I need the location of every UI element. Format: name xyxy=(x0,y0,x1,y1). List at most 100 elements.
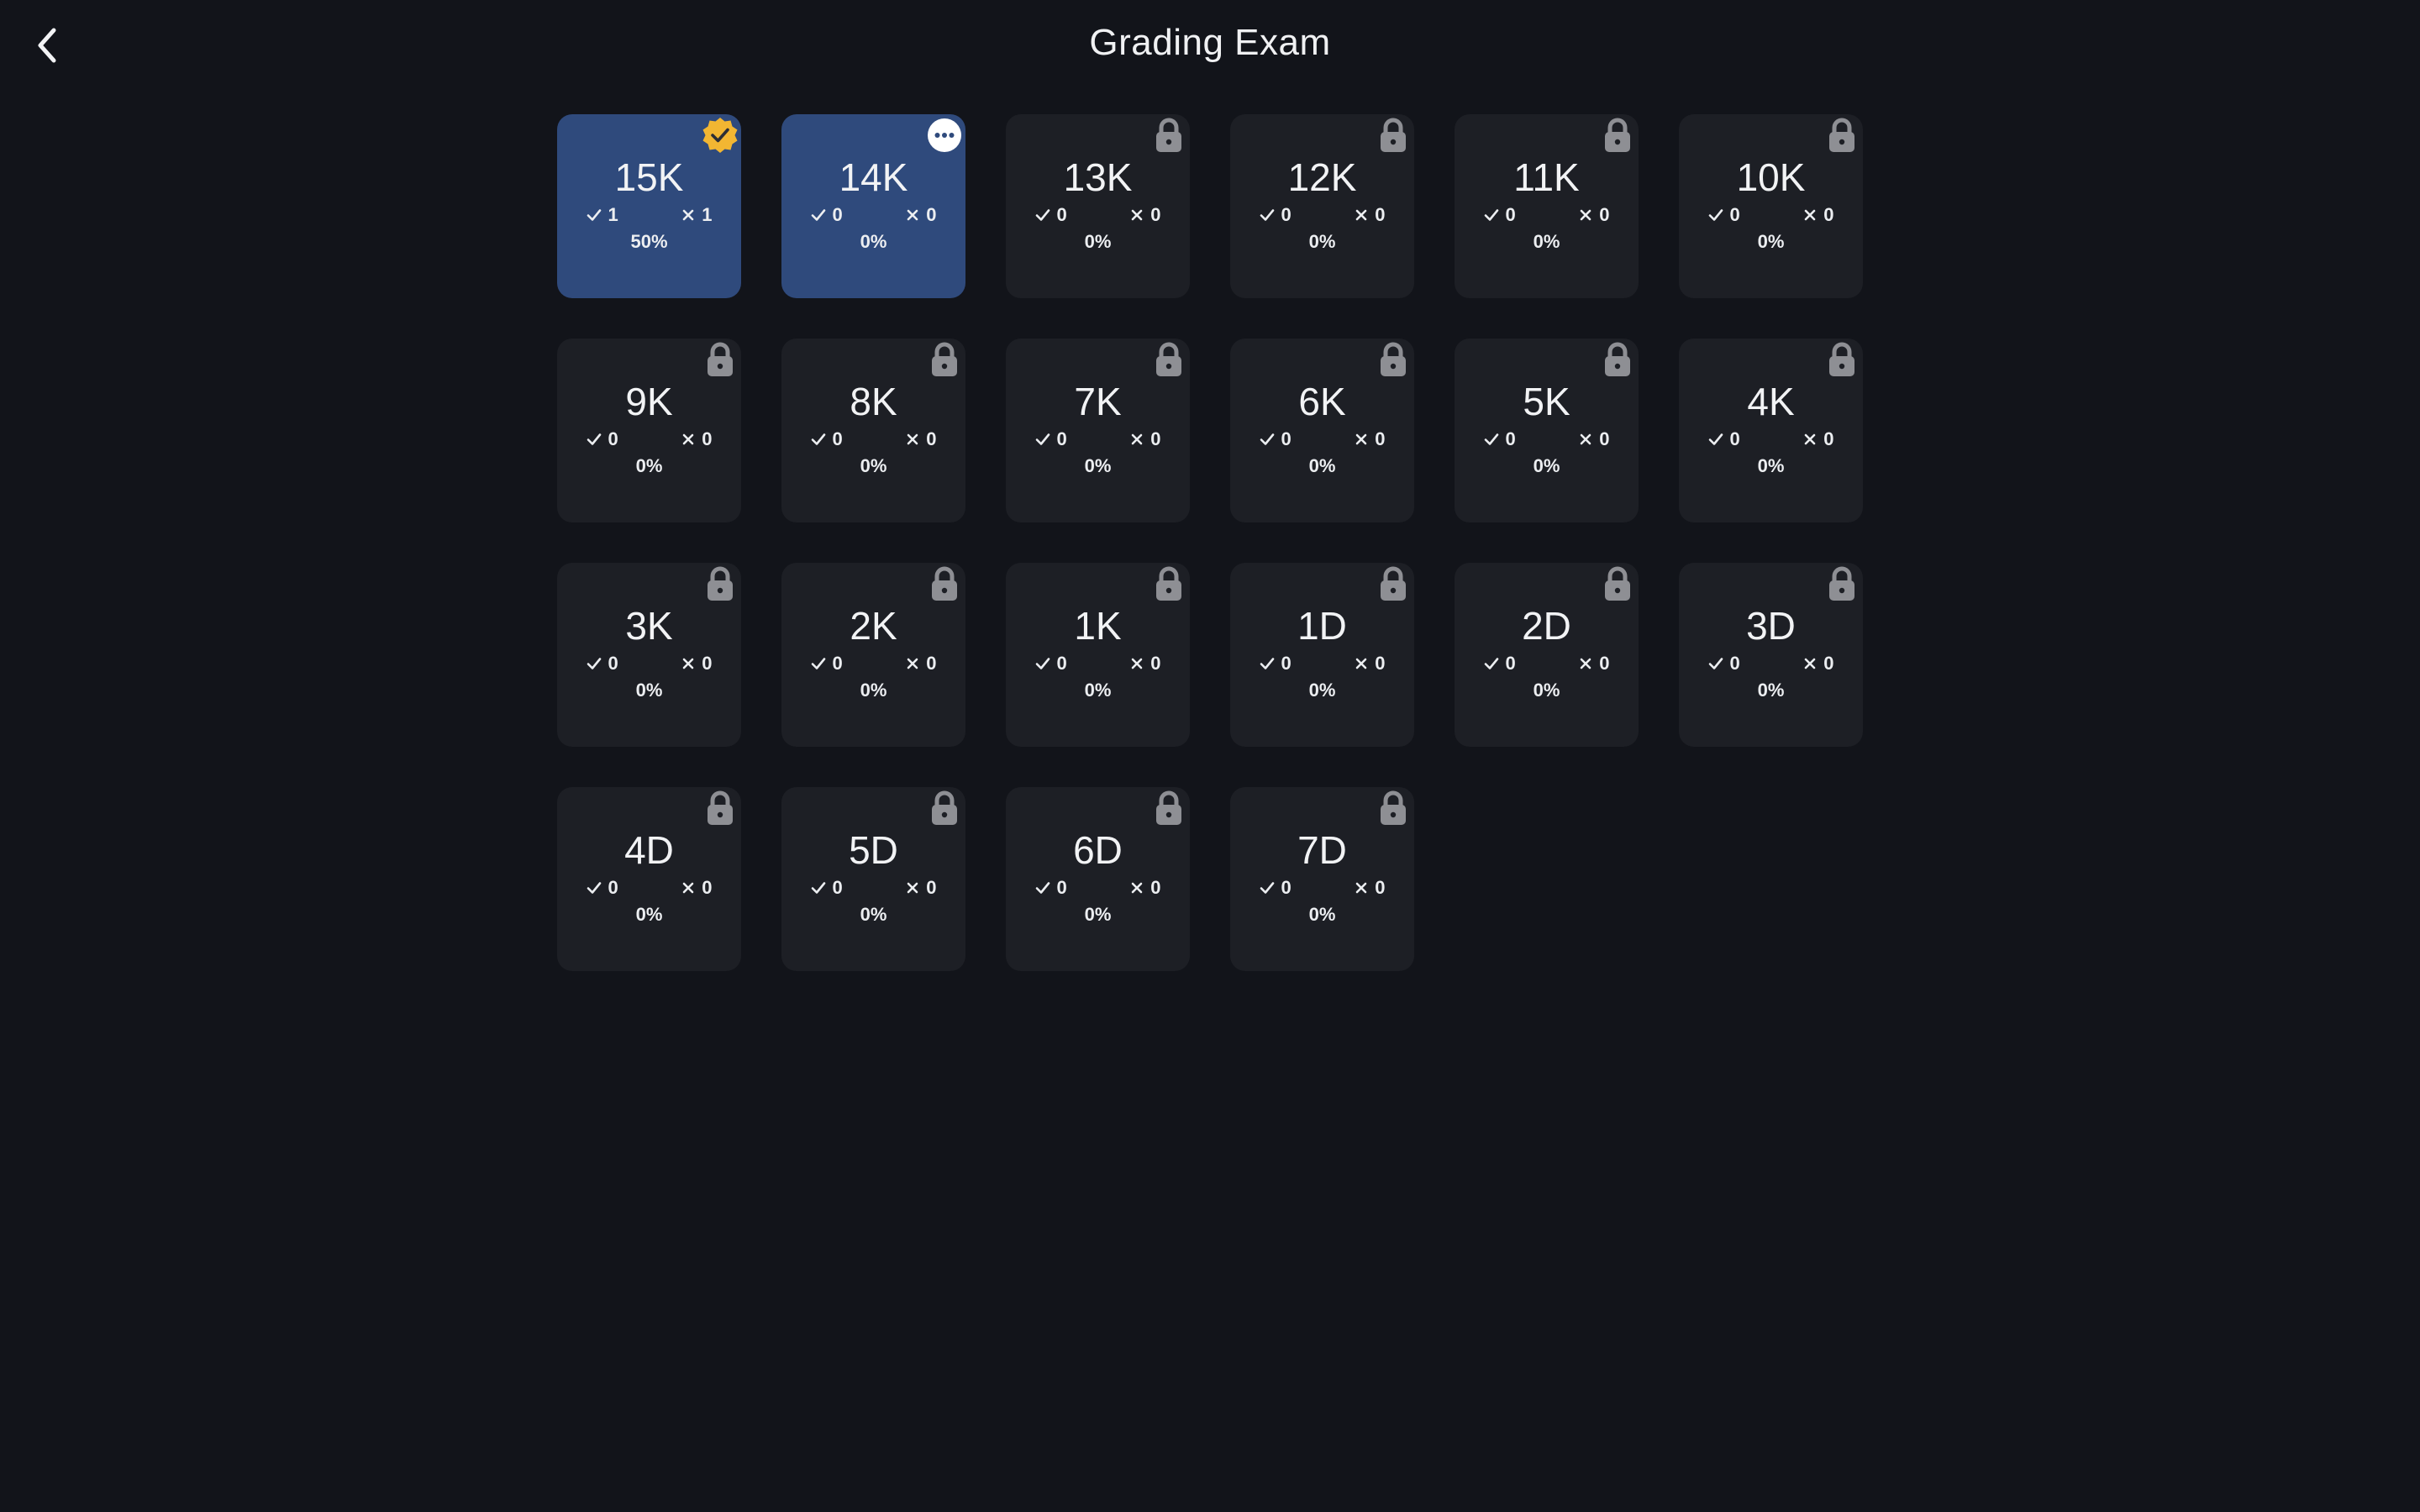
level-stats: 00 xyxy=(1035,876,1161,900)
level-card-2k[interactable]: 2K 0 0 0% xyxy=(781,563,965,747)
level-stats: 00 xyxy=(587,876,713,900)
correct-count-value: 0 xyxy=(1281,428,1292,449)
level-card-5k[interactable]: 5K 0 0 0% xyxy=(1455,339,1639,522)
wrong-count-value: 0 xyxy=(1375,428,1386,449)
level-percent: 0% xyxy=(1308,231,1336,252)
level-card-12k[interactable]: 12K 0 0 0% xyxy=(1230,114,1414,298)
level-card-1d[interactable]: 1D 0 0 0% xyxy=(1230,563,1414,747)
level-card-6d[interactable]: 6D 0 0 0% xyxy=(1006,787,1190,971)
level-stats: 00 xyxy=(1484,652,1610,675)
level-percent: 0% xyxy=(1084,904,1112,925)
level-label: 2D xyxy=(1522,604,1571,648)
wrong-count-value: 0 xyxy=(1375,877,1386,898)
cross-icon xyxy=(1355,433,1368,446)
wrong-count-value: 0 xyxy=(926,428,937,449)
check-icon xyxy=(811,881,826,895)
level-label: 4K xyxy=(1747,380,1795,423)
level-card-3k[interactable]: 3K 0 0 0% xyxy=(557,563,741,747)
check-icon xyxy=(1708,208,1723,222)
correct-count-value: 0 xyxy=(1056,204,1067,225)
level-card-15k[interactable]: 15K 1 1 50% xyxy=(557,114,741,298)
level-card-10k[interactable]: 10K 0 0 0% xyxy=(1679,114,1863,298)
level-card-4d[interactable]: 4D 0 0 0% xyxy=(557,787,741,971)
correct-count: 0 xyxy=(587,876,618,900)
level-card-7d[interactable]: 7D 0 0 0% xyxy=(1230,787,1414,971)
level-stats: 00 xyxy=(811,652,937,675)
check-icon xyxy=(587,208,602,222)
cross-icon xyxy=(681,881,695,895)
more-options-icon[interactable] xyxy=(923,114,965,156)
level-card-1k[interactable]: 1K 0 0 0% xyxy=(1006,563,1190,747)
level-percent: 0% xyxy=(1533,680,1560,701)
correct-count-value: 0 xyxy=(832,877,843,898)
check-icon xyxy=(1035,208,1050,222)
level-stats: 00 xyxy=(587,652,713,675)
check-icon xyxy=(1260,208,1275,222)
wrong-count: 0 xyxy=(906,876,937,900)
cross-icon xyxy=(1803,657,1817,670)
level-card-3d[interactable]: 3D 0 0 0% xyxy=(1679,563,1863,747)
level-percent: 0% xyxy=(1757,231,1785,252)
correct-count: 0 xyxy=(811,428,843,451)
level-label: 15K xyxy=(614,155,684,199)
level-label: 9K xyxy=(625,380,673,423)
cross-icon xyxy=(906,657,919,670)
level-card-5d[interactable]: 5D 0 0 0% xyxy=(781,787,965,971)
correct-count-value: 0 xyxy=(1729,204,1740,225)
cross-icon xyxy=(1355,657,1368,670)
level-card-14k[interactable]: 14K 0 0 0% xyxy=(781,114,965,298)
level-percent: 0% xyxy=(1308,455,1336,476)
check-icon xyxy=(811,657,826,670)
correct-count-value: 0 xyxy=(608,428,618,449)
level-card-9k[interactable]: 9K 0 0 0% xyxy=(557,339,741,522)
level-card-4k[interactable]: 4K 0 0 0% xyxy=(1679,339,1863,522)
level-percent: 0% xyxy=(1757,680,1785,701)
lock-icon xyxy=(1372,563,1414,605)
lock-icon xyxy=(1148,114,1190,156)
correct-count-value: 0 xyxy=(1729,653,1740,674)
correct-count-value: 0 xyxy=(1281,204,1292,225)
level-percent: 0% xyxy=(1308,904,1336,925)
correct-count: 0 xyxy=(1260,876,1292,900)
correct-count: 0 xyxy=(1035,876,1067,900)
lock-icon xyxy=(1148,563,1190,605)
passed-badge-icon xyxy=(699,114,741,156)
level-label: 8K xyxy=(850,380,897,423)
check-icon xyxy=(1708,433,1723,446)
check-icon xyxy=(1260,433,1275,446)
lock-icon xyxy=(699,339,741,381)
wrong-count-value: 0 xyxy=(1375,204,1386,225)
correct-count: 0 xyxy=(1484,652,1516,675)
wrong-count: 0 xyxy=(1130,428,1161,451)
correct-count-value: 0 xyxy=(1056,653,1067,674)
correct-count: 0 xyxy=(587,652,618,675)
level-stats: 00 xyxy=(811,876,937,900)
cross-icon xyxy=(1355,208,1368,222)
level-card-6k[interactable]: 6K 0 0 0% xyxy=(1230,339,1414,522)
wrong-count: 0 xyxy=(1579,428,1610,451)
lock-icon xyxy=(1148,787,1190,829)
level-card-7k[interactable]: 7K 0 0 0% xyxy=(1006,339,1190,522)
level-card-11k[interactable]: 11K 0 0 0% xyxy=(1455,114,1639,298)
lock-icon xyxy=(1597,114,1639,156)
level-card-2d[interactable]: 2D 0 0 0% xyxy=(1455,563,1639,747)
correct-count: 0 xyxy=(1260,203,1292,227)
level-label: 1K xyxy=(1074,604,1122,648)
level-stats: 00 xyxy=(1708,428,1834,451)
level-label: 3K xyxy=(625,604,673,648)
level-stats: 00 xyxy=(1035,428,1161,451)
wrong-count-value: 0 xyxy=(1599,428,1610,449)
correct-count-value: 0 xyxy=(1505,428,1516,449)
cross-icon xyxy=(1130,433,1144,446)
wrong-count-value: 0 xyxy=(926,877,937,898)
wrong-count: 0 xyxy=(1130,652,1161,675)
wrong-count-value: 0 xyxy=(1150,428,1161,449)
check-icon xyxy=(1035,657,1050,670)
wrong-count: 0 xyxy=(1803,203,1834,227)
wrong-count: 0 xyxy=(1579,652,1610,675)
check-icon xyxy=(1708,657,1723,670)
level-card-8k[interactable]: 8K 0 0 0% xyxy=(781,339,965,522)
level-card-13k[interactable]: 13K 0 0 0% xyxy=(1006,114,1190,298)
lock-icon xyxy=(699,563,741,605)
level-label: 14K xyxy=(839,155,908,199)
